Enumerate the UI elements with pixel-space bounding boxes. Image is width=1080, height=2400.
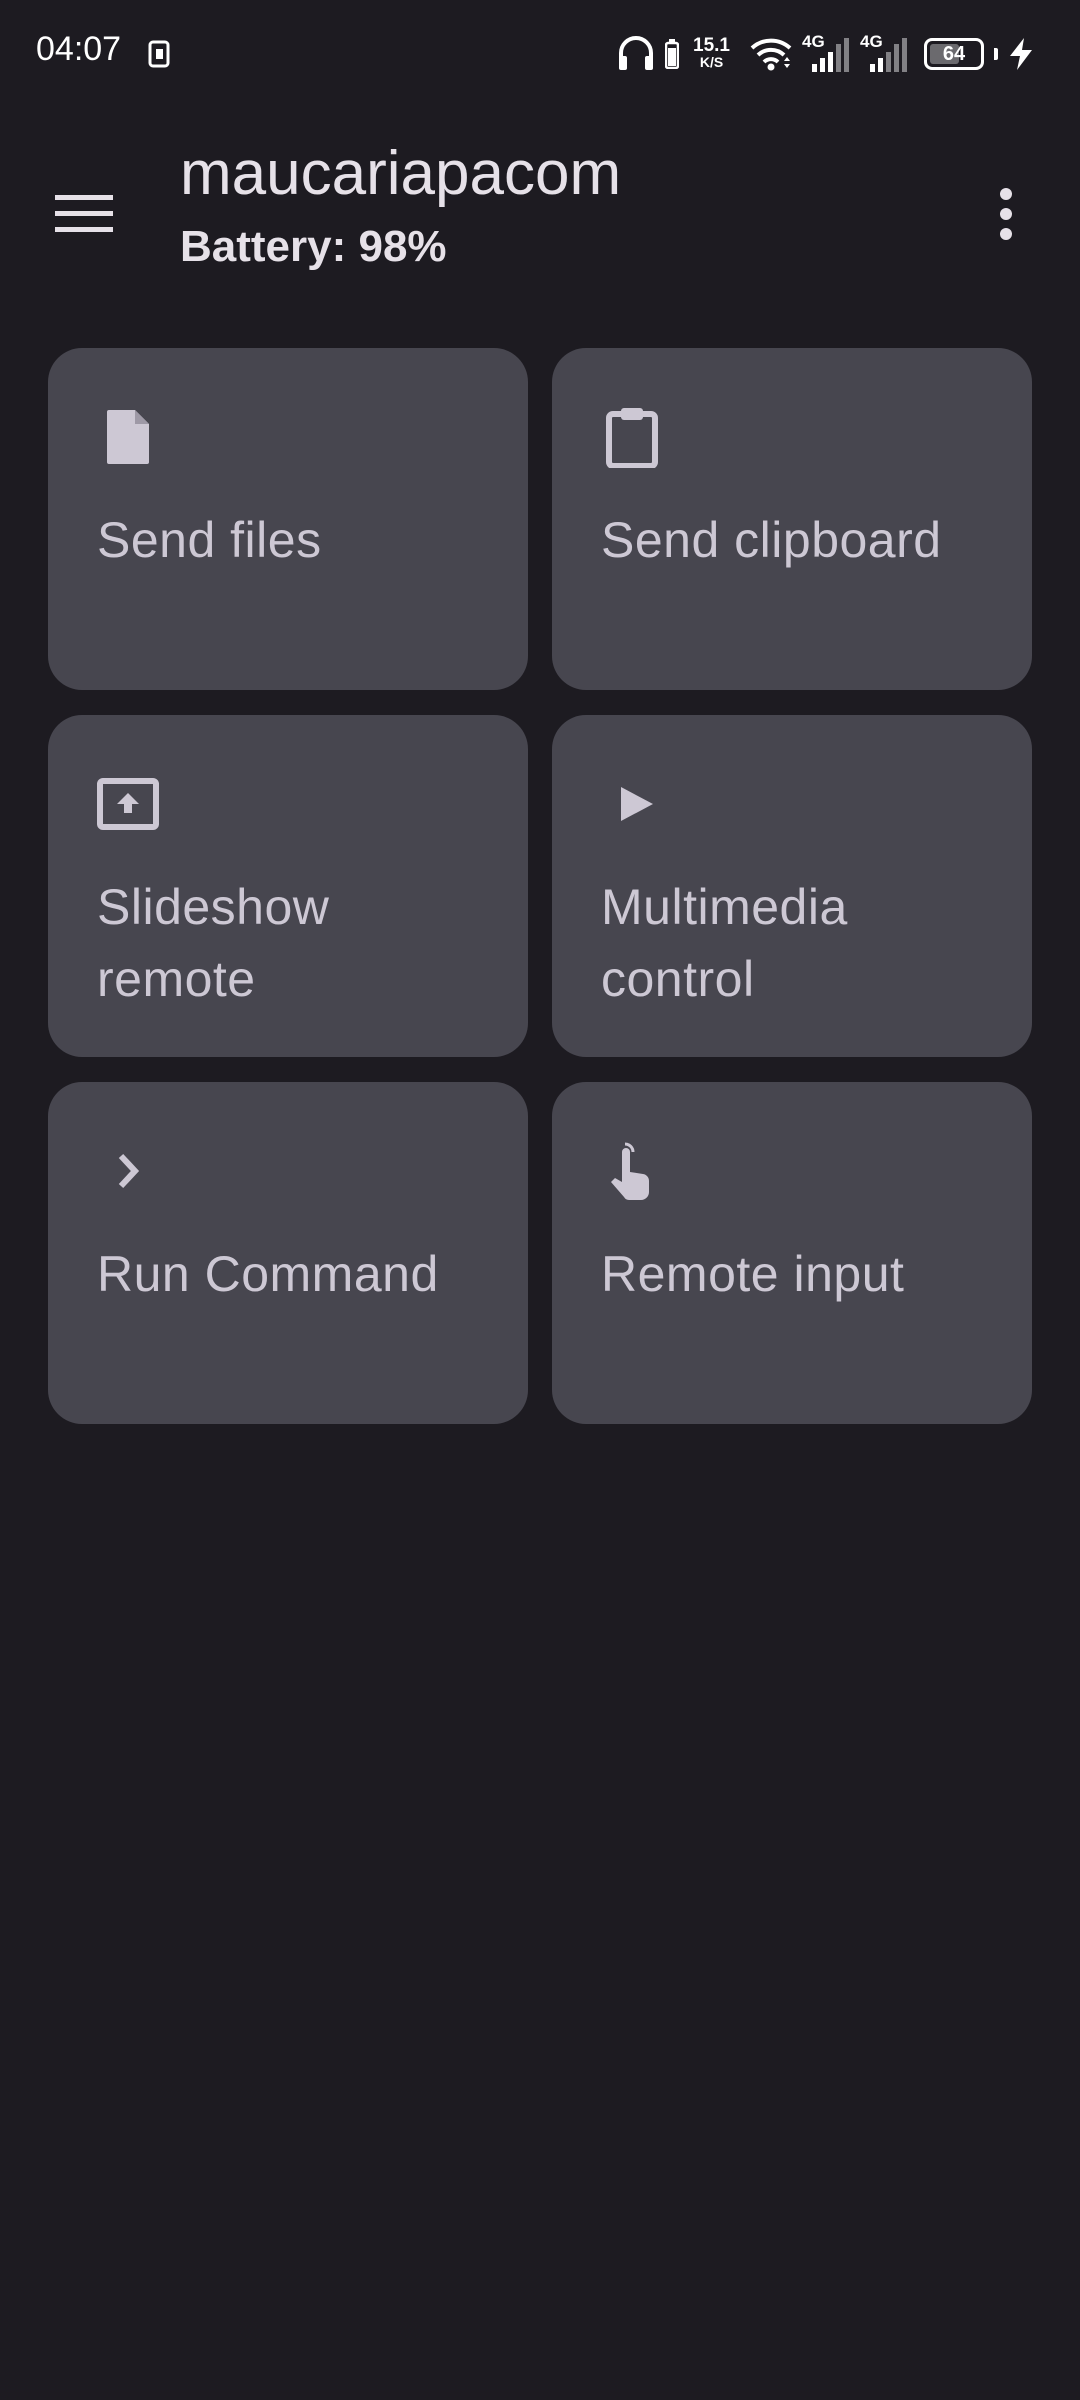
card-label: Slideshow remote bbox=[97, 879, 330, 1007]
file-icon bbox=[107, 410, 149, 464]
clipboard-icon bbox=[606, 408, 658, 468]
net-speed: 15.1 K/S bbox=[693, 35, 730, 71]
presentation-icon bbox=[97, 778, 159, 830]
more-vertical-icon bbox=[1000, 188, 1012, 240]
hamburger-menu-icon bbox=[55, 195, 113, 232]
signal-bars-icon bbox=[870, 38, 907, 72]
send-clipboard-card[interactable]: Send clipboard bbox=[552, 348, 1032, 690]
status-icons: 15.1 K/S 4G 4G 64 bbox=[617, 32, 1034, 76]
net-speed-unit: K/S bbox=[699, 54, 724, 70]
remote-input-card[interactable]: Remote input bbox=[552, 1082, 1032, 1424]
sim-card-icon bbox=[148, 40, 170, 68]
plugin-grid: Send files Send clipboard Slideshow remot… bbox=[48, 348, 1032, 1424]
battery-level: 64 bbox=[942, 42, 966, 65]
battery-tip bbox=[994, 48, 998, 60]
send-files-card[interactable]: Send files bbox=[48, 348, 528, 690]
app-bar: maucariapacom Battery: 98% bbox=[0, 110, 1080, 300]
multimedia-control-card[interactable]: Multimedia control bbox=[552, 715, 1032, 1057]
touch-hand-icon bbox=[611, 1142, 650, 1200]
card-label: Multimedia control bbox=[601, 879, 848, 1007]
card-label: Remote input bbox=[601, 1246, 905, 1302]
card-label: Send clipboard bbox=[601, 512, 942, 568]
battery-icon: 64 bbox=[924, 38, 984, 70]
status-time: 04:07 bbox=[36, 30, 122, 68]
wifi-icon bbox=[750, 38, 792, 71]
status-bar: 04:07 15.1 K/S 4G 4G 64 bbox=[0, 0, 1080, 110]
net-speed-value: 15.1 bbox=[693, 35, 730, 56]
card-label: Run Command bbox=[97, 1246, 439, 1302]
headphone-battery-icon bbox=[665, 39, 680, 69]
run-command-card[interactable]: Run Command bbox=[48, 1082, 528, 1424]
menu-button[interactable] bbox=[40, 170, 128, 258]
card-label: Send files bbox=[97, 512, 322, 568]
device-name-title: maucariapacom bbox=[180, 139, 622, 208]
charging-bolt-icon bbox=[1010, 38, 1032, 70]
signal-bars-icon bbox=[812, 38, 849, 72]
chevron-right-icon bbox=[118, 1153, 140, 1189]
play-icon bbox=[621, 787, 653, 821]
signal-2: 4G bbox=[860, 32, 908, 74]
overflow-menu-button[interactable] bbox=[962, 170, 1050, 258]
signal-1: 4G bbox=[802, 32, 850, 74]
slideshow-remote-card[interactable]: Slideshow remote bbox=[48, 715, 528, 1057]
headphones-icon bbox=[619, 36, 654, 70]
battery-status-subtitle: Battery: 98% bbox=[180, 222, 447, 271]
